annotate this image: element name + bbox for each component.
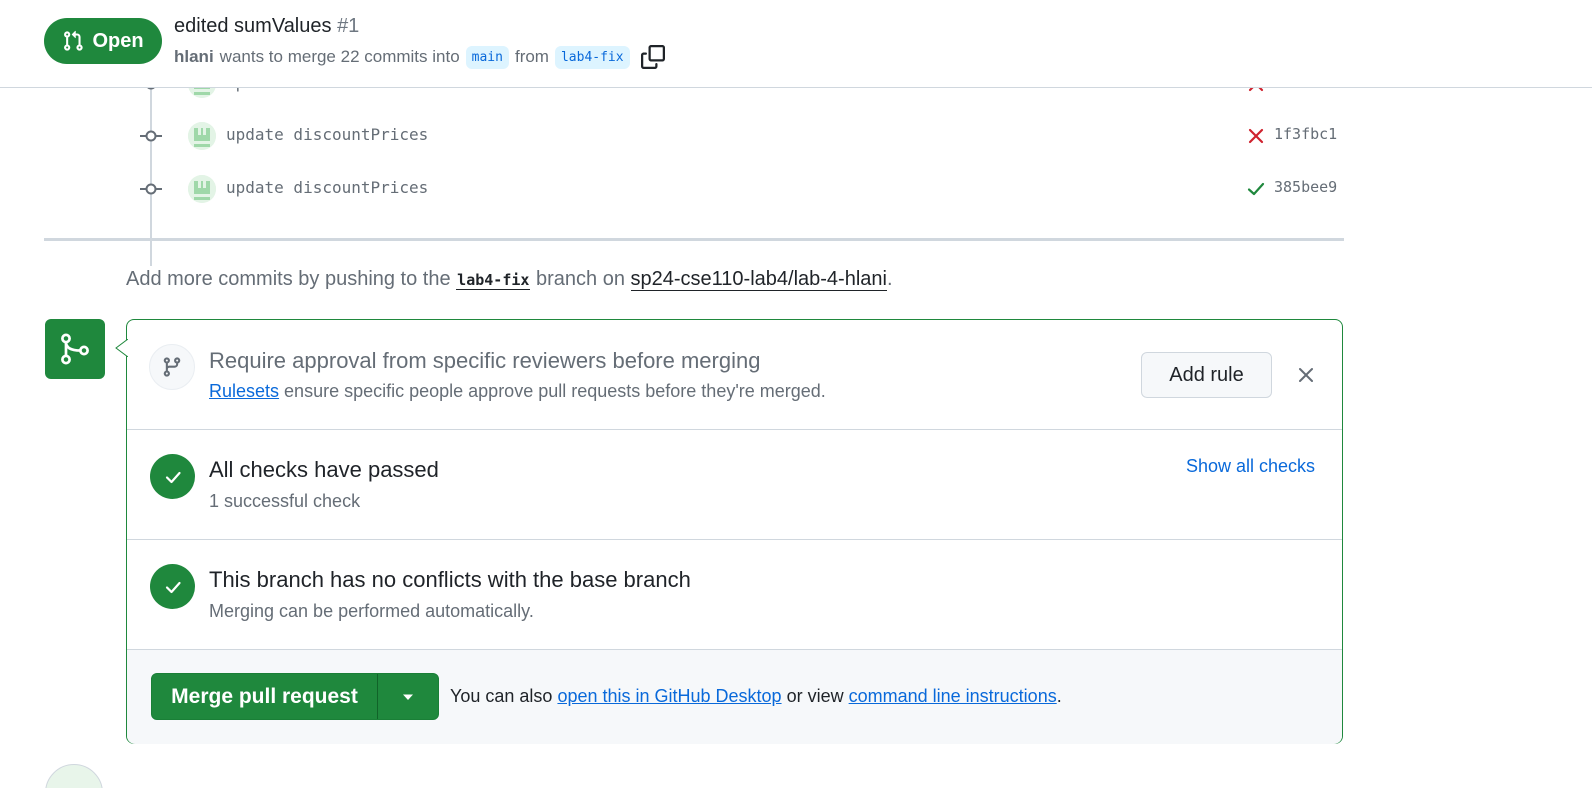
push-hint-branch[interactable]: lab4-fix [456,271,531,290]
merge-hint-middle: or view [786,686,844,706]
merge-hint: You can also open this in GitHub Desktop… [450,686,1062,707]
triangle-down-icon [403,694,413,700]
timeline-divider [44,238,1344,241]
no-conflicts-badge [150,564,195,609]
rule-icon-wrap [149,344,195,390]
copy-icon [640,45,665,69]
merge-hint-suffix: . [1056,686,1062,706]
pull-request-page: Open edited sumValues #1 hlani wants to … [0,0,1592,788]
ruleset-desc-text: ensure specific people approve pull requ… [284,381,826,401]
pr-state-label: Open [92,29,144,52]
base-branch-pill[interactable]: main [465,45,509,69]
merge-box-pointer [115,339,128,357]
commit-author-avatar[interactable] [188,175,216,203]
copy-branch-button[interactable] [640,44,666,70]
x-icon[interactable] [1246,126,1266,146]
pr-title-text: edited sumValues [174,15,332,37]
pr-sticky-header: Open edited sumValues #1 hlani wants to … [0,0,1592,88]
ruleset-title: Require approval from specific reviewers… [209,348,761,373]
checks-section: All checks have passed 1 successful chec… [127,430,1342,540]
git-merge-icon [61,333,89,365]
pr-merge-summary: hlani wants to merge 22 commits into mai… [174,44,666,70]
merge-button-group: Merge pull request [151,673,439,720]
close-icon [1299,368,1313,382]
git-branch-icon [163,357,181,377]
commit-sha-link[interactable]: 385bee9 [1274,178,1337,196]
rulesets-link[interactable]: Rulesets [209,381,279,401]
push-hint-suffix: . [886,268,893,290]
ruleset-suggestion: Require approval from specific reviewers… [127,320,1342,430]
comment-avatar[interactable] [45,764,103,788]
pr-number: #1 [337,15,360,37]
merge-text-1: wants to merge 22 commits into [219,47,460,66]
check-icon[interactable] [1246,179,1266,199]
merge-hint-prefix: You can also [450,686,553,706]
merge-actions: Merge pull request You can also open thi… [127,650,1342,744]
ruleset-description: Rulesets ensure specific people approve … [209,381,826,402]
command-line-instructions-link[interactable]: command line instructions [849,686,1057,706]
open-desktop-link[interactable]: open this in GitHub Desktop [557,686,781,706]
merge-box: Require approval from specific reviewers… [126,319,1343,744]
pr-author-link[interactable]: hlani [174,47,214,67]
pr-title: edited sumValues #1 [174,15,359,38]
commit-author-avatar[interactable] [188,122,216,150]
commit-message-link[interactable]: update discountPrices [226,178,428,197]
conflicts-title: This branch has no conflicts with the ba… [209,567,691,592]
add-rule-button[interactable]: Add rule [1141,352,1272,398]
conflicts-section: This branch has no conflicts with the ba… [127,540,1342,650]
push-hint-middle: branch on [535,268,625,290]
merge-method-dropdown[interactable] [378,674,438,719]
merge-status-tile [45,319,105,379]
git-commit-icon [140,129,162,143]
show-all-checks-link[interactable]: Show all checks [1186,456,1315,477]
push-hint: Add more commits by pushing to the lab4-… [126,268,893,291]
check-icon [165,471,181,483]
checks-title: All checks have passed [209,457,439,482]
git-pull-request-icon [64,30,84,51]
check-icon [165,581,181,593]
commit-message-link[interactable]: update discountPrices [226,125,428,144]
repository-link[interactable]: sp24-cse110-lab4/lab-4-hlani [630,268,887,291]
checks-passed-badge [150,454,195,499]
merge-pull-request-button[interactable]: Merge pull request [152,674,378,719]
pr-state-badge: Open [44,18,162,64]
commit-row: update discountPrices 1f3fbc1 [44,120,1344,152]
head-branch-pill[interactable]: lab4-fix [554,45,630,69]
merge-text-2: from [514,47,549,66]
checks-subtitle: 1 successful check [209,491,361,511]
dismiss-ruleset-button[interactable] [1293,362,1319,388]
commit-row: update discountPrices 385bee9 [44,173,1344,205]
commit-sha-link[interactable]: 1f3fbc1 [1274,125,1337,143]
conflicts-subtitle: Merging can be performed automatically. [209,601,534,621]
git-commit-icon [140,182,162,196]
push-hint-prefix: Add more commits by pushing to the [126,268,451,290]
